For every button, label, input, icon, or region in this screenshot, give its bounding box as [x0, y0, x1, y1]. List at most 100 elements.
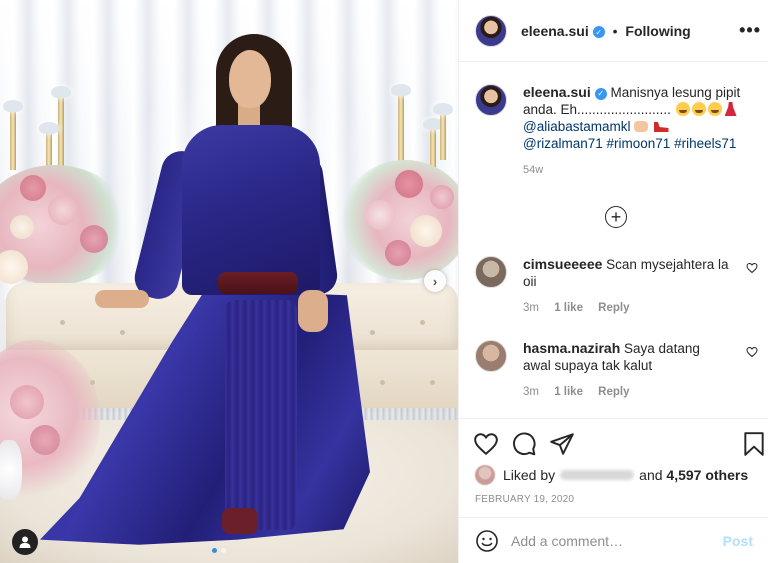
reply-button[interactable]: Reply — [598, 386, 629, 398]
rose — [430, 185, 454, 209]
author-username[interactable]: eleena.sui — [521, 23, 589, 39]
rose — [385, 240, 411, 266]
next-photo-button[interactable]: › — [424, 270, 446, 292]
load-more-comments-button[interactable]: + — [605, 206, 627, 228]
comment-text-block: hasma.nazirah Saya datang awal supaya ta… — [523, 340, 731, 374]
comment-likes[interactable]: 1 like — [554, 386, 583, 398]
caption-time[interactable]: 54w — [523, 164, 760, 176]
laughing-emoji-icon — [707, 102, 722, 116]
caption-username[interactable]: eleena.sui — [523, 84, 591, 100]
shoe-emoji-icon — [653, 122, 669, 132]
comment-item: hasma.nazirah Saya datang awal supaya ta… — [475, 340, 760, 398]
candle-stand — [440, 110, 446, 160]
rose — [10, 385, 44, 419]
add-comment-bar: Post — [459, 517, 768, 563]
carousel-indicator — [212, 548, 226, 553]
comment-time[interactable]: 3m — [523, 302, 539, 314]
user-icon — [19, 536, 31, 548]
comment-text-block: cimsueeeee Scan mysejahtera la oii — [523, 256, 731, 290]
following-button[interactable]: Following — [625, 23, 690, 39]
comment-username[interactable]: hasma.nazirah — [523, 340, 620, 356]
rose — [20, 175, 46, 201]
sofa-stud — [420, 320, 425, 325]
post-photo[interactable]: › — [0, 0, 458, 563]
rose — [10, 215, 34, 239]
gown-bodice — [182, 125, 320, 295]
right-hand — [298, 290, 328, 332]
rose — [80, 225, 108, 253]
face — [229, 50, 271, 108]
like-heart-icon[interactable] — [473, 431, 499, 457]
hashtag-link[interactable]: #riheels71 — [674, 136, 736, 151]
sofa-stud — [370, 330, 375, 335]
left-hand — [95, 290, 149, 308]
laughing-emoji-icon — [691, 102, 706, 116]
header-separator: • — [612, 22, 618, 39]
candle-top — [433, 103, 453, 115]
like-comment-heart-icon[interactable] — [746, 262, 758, 274]
like-comment-heart-icon[interactable] — [746, 346, 758, 358]
author-avatar[interactable] — [475, 14, 507, 47]
post-comment-button[interactable]: Post — [723, 533, 753, 549]
mention-link[interactable]: @aliabastamamkl — [523, 119, 631, 134]
comment-username[interactable]: cimsueeeee — [523, 256, 602, 272]
caption-avatar[interactable] — [475, 84, 507, 116]
plus-circle-icon: + — [610, 207, 622, 227]
post-caption: eleena.sui ✓ Manisnya lesung pipit anda. … — [475, 84, 760, 176]
caption-text-block: eleena.sui ✓ Manisnya lesung pipit anda. … — [523, 84, 760, 152]
hashtag-link[interactable]: #rimoon71 — [607, 136, 671, 151]
save-bookmark-icon[interactable] — [741, 431, 767, 457]
carousel-dot — [221, 548, 226, 553]
rose — [410, 215, 442, 247]
dress-emoji-icon — [724, 102, 737, 116]
sofa-stud — [380, 380, 385, 385]
share-send-icon[interactable] — [549, 431, 575, 457]
likes-summary: Liked by and 4,597 others — [475, 465, 748, 485]
post-actions: Liked by and 4,597 others FEBRUARY 19, 2… — [459, 418, 768, 563]
reply-button[interactable]: Reply — [598, 302, 629, 314]
comment-meta: 3m 1 like Reply — [523, 386, 731, 398]
candle-stand — [58, 95, 64, 175]
tagged-users-button[interactable] — [12, 529, 38, 555]
belt — [218, 272, 298, 294]
laughing-emoji-icon — [675, 102, 690, 116]
verified-badge-icon: ✓ — [594, 87, 607, 100]
candle-top — [39, 122, 59, 134]
more-options-button[interactable]: ••• — [739, 20, 761, 41]
sofa-stud — [60, 320, 65, 325]
post-date[interactable]: FEBRUARY 19, 2020 — [475, 494, 574, 505]
rose — [30, 425, 60, 455]
liker-username-blurred[interactable] — [560, 470, 635, 480]
gown-panel — [225, 300, 297, 530]
post-header: eleena.sui ✓ • Following ••• — [459, 0, 768, 62]
comment-time[interactable]: 3m — [523, 386, 539, 398]
liker-avatar[interactable] — [475, 465, 495, 485]
rose — [365, 200, 395, 230]
comment-item: cimsueeeee Scan mysejahtera la oii 3m 1 … — [475, 256, 760, 314]
shoe — [222, 508, 258, 534]
sofa-stud — [120, 330, 125, 335]
likes-count[interactable]: 4,597 others — [666, 467, 748, 483]
candle-top — [51, 86, 71, 98]
emoji-smile-icon[interactable] — [475, 529, 499, 553]
comment-bubble-icon[interactable] — [511, 431, 537, 457]
candle-stand — [10, 110, 16, 170]
chevron-right-icon: › — [432, 273, 438, 289]
rose — [395, 170, 423, 198]
post-sidebar: eleena.sui ✓ • Following ••• eleena.sui ✓ … — [458, 0, 768, 563]
hand-emoji-icon — [633, 121, 648, 132]
comment-meta: 3m 1 like Reply — [523, 302, 731, 314]
comment-likes[interactable]: 1 like — [554, 302, 583, 314]
commenter-avatar[interactable] — [475, 256, 507, 288]
verified-badge-icon: ✓ — [592, 26, 605, 38]
rose — [48, 195, 78, 225]
vase — [0, 440, 22, 500]
sofa-stud — [430, 380, 435, 385]
more-horizontal-icon: ••• — [739, 20, 761, 40]
comment-input[interactable] — [511, 533, 723, 549]
commenter-avatar[interactable] — [475, 340, 507, 372]
mention-link[interactable]: @rizalman71 — [523, 136, 603, 151]
candle-top — [391, 84, 411, 96]
candle-top — [3, 100, 23, 112]
carousel-dot-active — [212, 548, 217, 553]
